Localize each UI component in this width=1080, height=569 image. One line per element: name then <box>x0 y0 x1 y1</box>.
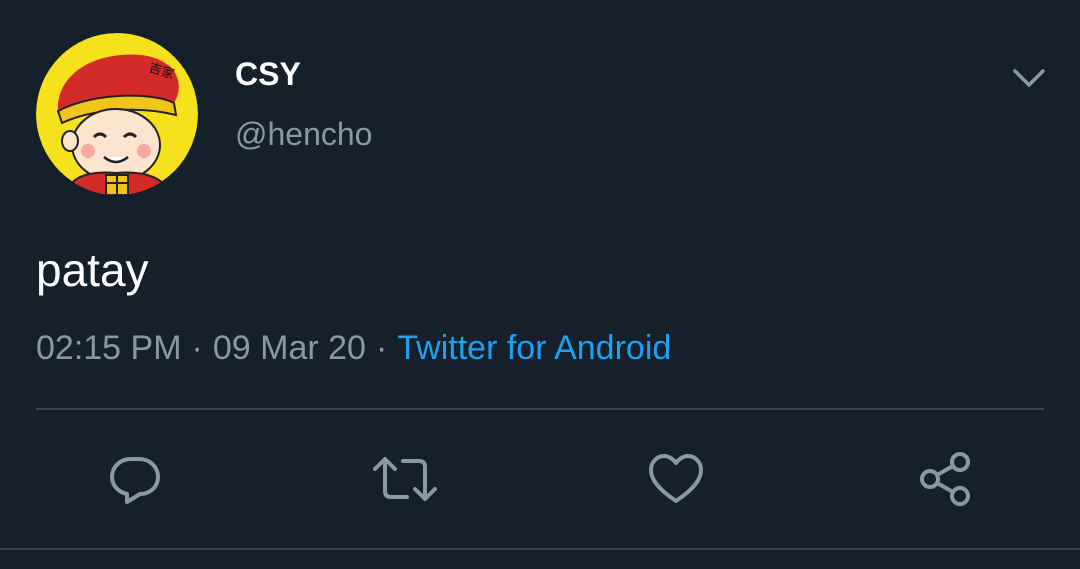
tweet-date: 09 Mar 20 <box>212 329 366 367</box>
retweet-button[interactable] <box>370 444 440 514</box>
meta-separator: · <box>191 329 203 367</box>
tweet-text: patay <box>36 244 149 296</box>
like-button[interactable] <box>641 444 711 514</box>
chevron-down-icon <box>1013 69 1045 87</box>
reply-button[interactable] <box>100 444 170 514</box>
tweet-time: 02:15 PM <box>36 329 182 367</box>
tweet-detail: 吉家 CSY @hencho patay 02:15 PM · 09 Mar 2… <box>0 0 1080 569</box>
divider <box>0 548 1080 550</box>
tweet-source-link[interactable]: Twitter for Android <box>397 329 671 367</box>
avatar-image: 吉家 <box>36 33 198 195</box>
meta-separator: · <box>375 329 388 367</box>
more-options-button[interactable] <box>1006 58 1052 98</box>
reply-icon <box>110 457 160 504</box>
divider <box>36 408 1044 410</box>
share-icon <box>920 452 970 506</box>
retweet-icon <box>373 457 437 501</box>
display-name[interactable]: CSY <box>235 54 301 94</box>
user-handle[interactable]: @hencho <box>235 114 372 154</box>
avatar[interactable]: 吉家 <box>36 33 198 195</box>
heart-icon <box>649 454 703 503</box>
share-button[interactable] <box>910 444 980 514</box>
tweet-metadata: 02:15 PM · 09 Mar 20 · Twitter for Android <box>36 327 671 369</box>
